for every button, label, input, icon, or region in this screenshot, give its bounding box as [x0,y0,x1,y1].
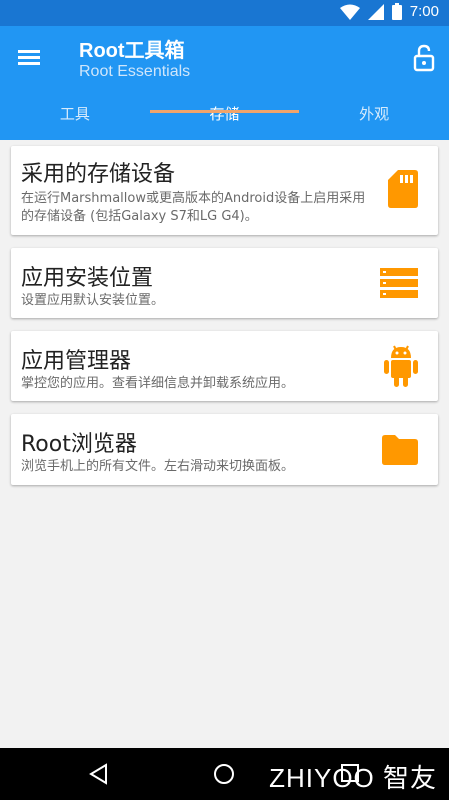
tab-tools[interactable]: 工具 [0,100,150,140]
item-desc: 浏览手机上的所有文件。左右滑动来切换面板。 [21,459,295,474]
status-time: 7:00 [409,3,439,20]
storage-list: 采用的存储设备 在运行Marshmallow或更高版本的Android设备上启用… [11,146,438,498]
item-title: 应用管理器 [21,349,132,374]
item-title: Root浏览器 [21,432,137,457]
signal-icon [367,3,384,20]
tab-bar: 工具 存储 外观 [0,100,449,140]
app-bar: Root工具箱 Root Essentials 工具 存储 外观 [0,26,449,140]
tab-storage[interactable]: 存储 [150,100,300,140]
list-item-install-location[interactable]: 应用安装位置 设置应用默认安装位置。 [11,248,438,318]
android-icon [384,345,418,387]
item-title: 采用的存储设备 [21,162,176,187]
app-subtitle: Root Essentials [79,63,191,80]
item-desc: 掌控您的应用。查看详细信息并卸载系统应用。 [21,376,295,391]
wifi-icon [339,4,360,20]
item-desc: 在运行Marshmallow或更高版本的Android设备上启用采用的存储设备 … [21,191,366,224]
menu-icon[interactable] [18,46,44,68]
item-title: 应用安装位置 [21,266,154,291]
home-icon[interactable] [213,763,235,785]
list-item-root-browser[interactable]: Root浏览器 浏览手机上的所有文件。左右滑动来切换面板。 [11,414,438,485]
navigation-bar: ZHIYOO 智友 [0,748,449,800]
lock-open-icon[interactable] [413,44,435,72]
watermark: ZHIYOO 智友 [269,763,437,793]
list-item-adopted-storage[interactable]: 采用的存储设备 在运行Marshmallow或更高版本的Android设备上启用… [11,146,438,235]
item-desc: 设置应用默认安装位置。 [21,293,165,308]
tab-appearance[interactable]: 外观 [299,100,449,140]
folder-icon [382,435,418,465]
storage-list-icon [380,268,418,298]
battery-icon [391,3,402,20]
tab-indicator [150,110,299,113]
sd-card-icon [388,170,418,208]
list-item-app-manager[interactable]: 应用管理器 掌控您的应用。查看详细信息并卸载系统应用。 [11,331,438,401]
app-title: Root工具箱 [79,40,185,62]
status-bar: 7:00 [0,0,449,26]
back-icon[interactable] [88,763,108,785]
